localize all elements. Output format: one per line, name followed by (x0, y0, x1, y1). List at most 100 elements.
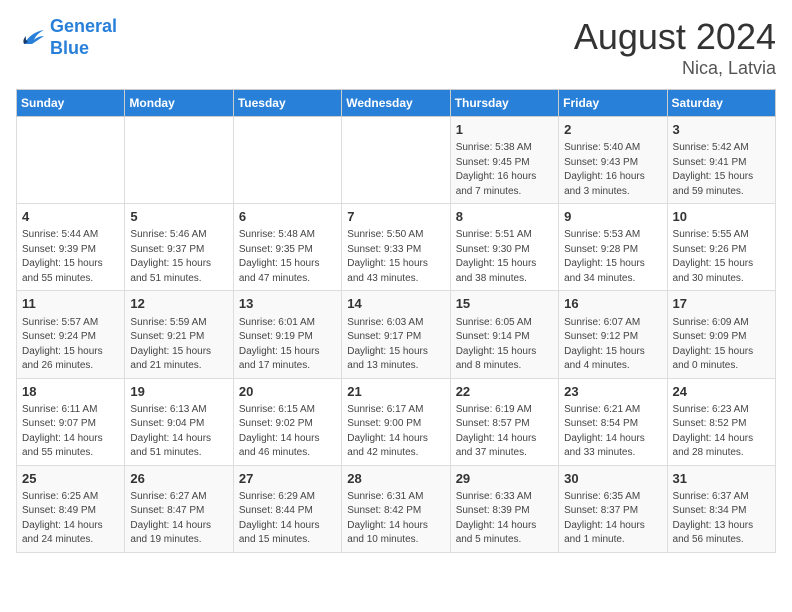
calendar-cell: 20Sunrise: 6:15 AM Sunset: 9:02 PM Dayli… (233, 378, 341, 465)
cell-content: Sunrise: 5:46 AM Sunset: 9:37 PM Dayligh… (130, 228, 227, 286)
calendar-cell: 17 Sunrise: 6:09 AM Sunset: 9:09 PM Dayli… (667, 291, 775, 378)
calendar-cell: 16 Sunrise: 6:07 AM Sunset: 9:12 PM Dayli… (559, 291, 667, 378)
day-number: 17 (673, 295, 770, 313)
cell-content: Sunrise: 6:19 AM Sunset: 8:57 PM Dayligh… (456, 403, 553, 461)
month-year-title: August 2024 (574, 16, 776, 58)
cell-content: Sunrise: 6:07 AM Sunset: 9:12 PM Dayligh… (564, 316, 661, 374)
cell-content: Sunrise: 6:25 AM Sunset: 8:49 PM Dayligh… (22, 490, 119, 548)
calendar-cell: 13 Sunrise: 6:01 AM Sunset: 9:19 PM Dayli… (233, 291, 341, 378)
day-number: 23 (564, 383, 661, 401)
calendar-cell: 1Sunrise: 5:38 AM Sunset: 9:45 PM Daylig… (450, 117, 558, 204)
calendar-body: 1Sunrise: 5:38 AM Sunset: 9:45 PM Daylig… (17, 117, 776, 553)
week-row-4: 25 Sunrise: 6:25 AM Sunset: 8:49 PM Dayli… (17, 465, 776, 552)
calendar-cell: 7 Sunrise: 5:50 AM Sunset: 9:33 PM Daylig… (342, 204, 450, 291)
cell-content: Sunrise: 6:01 AM Sunset: 9:19 PM Dayligh… (239, 316, 336, 374)
cell-content: Sunrise: 5:50 AM Sunset: 9:33 PM Dayligh… (347, 228, 444, 286)
cell-content: Sunrise: 6:37 AM Sunset: 8:34 PM Dayligh… (673, 490, 770, 548)
day-number: 7 (347, 208, 444, 226)
page-header: General Blue August 2024 Nica, Latvia (16, 16, 776, 79)
calendar-cell: 26 Sunrise: 6:27 AM Sunset: 8:47 PM Dayli… (125, 465, 233, 552)
cell-content: Sunrise: 6:15 AM Sunset: 9:02 PM Dayligh… (239, 403, 336, 461)
logo-text: General Blue (50, 16, 117, 59)
calendar-cell (17, 117, 125, 204)
cell-content: Sunrise: 6:27 AM Sunset: 8:47 PM Dayligh… (130, 490, 227, 548)
day-number: 14 (347, 295, 444, 313)
calendar-cell: 21 Sunrise: 6:17 AM Sunset: 9:00 PM Dayli… (342, 378, 450, 465)
day-number: 24 (673, 383, 770, 401)
calendar-cell: 6Sunrise: 5:48 AM Sunset: 9:35 PM Daylig… (233, 204, 341, 291)
cell-content: Sunrise: 5:38 AM Sunset: 9:45 PM Dayligh… (456, 141, 553, 199)
day-number: 16 (564, 295, 661, 313)
cell-content: Sunrise: 6:31 AM Sunset: 8:42 PM Dayligh… (347, 490, 444, 548)
logo-line1: General (50, 16, 117, 36)
cell-content: Sunrise: 6:23 AM Sunset: 8:52 PM Dayligh… (673, 403, 770, 461)
calendar-cell: 30Sunrise: 6:35 AM Sunset: 8:37 PM Dayli… (559, 465, 667, 552)
calendar-cell: 28 Sunrise: 6:31 AM Sunset: 8:42 PM Dayli… (342, 465, 450, 552)
calendar-cell: 10Sunrise: 5:55 AM Sunset: 9:26 PM Dayli… (667, 204, 775, 291)
day-number: 19 (130, 383, 227, 401)
cell-content: Sunrise: 5:59 AM Sunset: 9:21 PM Dayligh… (130, 316, 227, 374)
location-subtitle: Nica, Latvia (574, 58, 776, 79)
header-cell-tuesday: Tuesday (233, 90, 341, 117)
header-row: SundayMondayTuesdayWednesdayThursdayFrid… (17, 90, 776, 117)
cell-content: Sunrise: 5:40 AM Sunset: 9:43 PM Dayligh… (564, 141, 661, 199)
calendar-header: SundayMondayTuesdayWednesdayThursdayFrid… (17, 90, 776, 117)
calendar-cell: 2Sunrise: 5:40 AM Sunset: 9:43 PM Daylig… (559, 117, 667, 204)
cell-content: Sunrise: 6:35 AM Sunset: 8:37 PM Dayligh… (564, 490, 661, 548)
day-number: 28 (347, 470, 444, 488)
logo-icon (16, 26, 46, 50)
cell-content: Sunrise: 6:11 AM Sunset: 9:07 PM Dayligh… (22, 403, 119, 461)
day-number: 31 (673, 470, 770, 488)
day-number: 26 (130, 470, 227, 488)
calendar-cell (233, 117, 341, 204)
day-number: 22 (456, 383, 553, 401)
header-cell-friday: Friday (559, 90, 667, 117)
logo-line2: Blue (50, 38, 117, 60)
calendar-cell: 14 Sunrise: 6:03 AM Sunset: 9:17 PM Dayli… (342, 291, 450, 378)
cell-content: Sunrise: 5:51 AM Sunset: 9:30 PM Dayligh… (456, 228, 553, 286)
cell-content: Sunrise: 6:09 AM Sunset: 9:09 PM Dayligh… (673, 316, 770, 374)
day-number: 5 (130, 208, 227, 226)
day-number: 29 (456, 470, 553, 488)
day-number: 10 (673, 208, 770, 226)
title-block: August 2024 Nica, Latvia (574, 16, 776, 79)
cell-content: Sunrise: 6:03 AM Sunset: 9:17 PM Dayligh… (347, 316, 444, 374)
calendar-cell: 18 Sunrise: 6:11 AM Sunset: 9:07 PM Dayli… (17, 378, 125, 465)
header-cell-thursday: Thursday (450, 90, 558, 117)
week-row-1: 4 Sunrise: 5:44 AM Sunset: 9:39 PM Daylig… (17, 204, 776, 291)
cell-content: Sunrise: 5:42 AM Sunset: 9:41 PM Dayligh… (673, 141, 770, 199)
calendar-cell: 24 Sunrise: 6:23 AM Sunset: 8:52 PM Dayli… (667, 378, 775, 465)
header-cell-wednesday: Wednesday (342, 90, 450, 117)
day-number: 13 (239, 295, 336, 313)
day-number: 25 (22, 470, 119, 488)
cell-content: Sunrise: 6:13 AM Sunset: 9:04 PM Dayligh… (130, 403, 227, 461)
cell-content: Sunrise: 6:17 AM Sunset: 9:00 PM Dayligh… (347, 403, 444, 461)
day-number: 3 (673, 121, 770, 139)
day-number: 21 (347, 383, 444, 401)
calendar-cell: 9 Sunrise: 5:53 AM Sunset: 9:28 PM Daylig… (559, 204, 667, 291)
cell-content: Sunrise: 5:44 AM Sunset: 9:39 PM Dayligh… (22, 228, 119, 286)
calendar-cell: 23 Sunrise: 6:21 AM Sunset: 8:54 PM Dayli… (559, 378, 667, 465)
cell-content: Sunrise: 5:57 AM Sunset: 9:24 PM Dayligh… (22, 316, 119, 374)
day-number: 4 (22, 208, 119, 226)
day-number: 18 (22, 383, 119, 401)
calendar-cell: 11Sunrise: 5:57 AM Sunset: 9:24 PM Dayli… (17, 291, 125, 378)
header-cell-saturday: Saturday (667, 90, 775, 117)
header-cell-monday: Monday (125, 90, 233, 117)
logo: General Blue (16, 16, 117, 59)
calendar-cell: 19 Sunrise: 6:13 AM Sunset: 9:04 PM Dayli… (125, 378, 233, 465)
day-number: 8 (456, 208, 553, 226)
day-number: 9 (564, 208, 661, 226)
week-row-0: 1Sunrise: 5:38 AM Sunset: 9:45 PM Daylig… (17, 117, 776, 204)
calendar-table: SundayMondayTuesdayWednesdayThursdayFrid… (16, 89, 776, 553)
cell-content: Sunrise: 5:53 AM Sunset: 9:28 PM Dayligh… (564, 228, 661, 286)
calendar-cell: 5 Sunrise: 5:46 AM Sunset: 9:37 PM Daylig… (125, 204, 233, 291)
calendar-cell: 4 Sunrise: 5:44 AM Sunset: 9:39 PM Daylig… (17, 204, 125, 291)
cell-content: Sunrise: 6:33 AM Sunset: 8:39 PM Dayligh… (456, 490, 553, 548)
day-number: 15 (456, 295, 553, 313)
calendar-cell: 3 Sunrise: 5:42 AM Sunset: 9:41 PM Daylig… (667, 117, 775, 204)
calendar-cell: 22 Sunrise: 6:19 AM Sunset: 8:57 PM Dayli… (450, 378, 558, 465)
cell-content: Sunrise: 6:29 AM Sunset: 8:44 PM Dayligh… (239, 490, 336, 548)
calendar-cell (125, 117, 233, 204)
cell-content: Sunrise: 6:21 AM Sunset: 8:54 PM Dayligh… (564, 403, 661, 461)
